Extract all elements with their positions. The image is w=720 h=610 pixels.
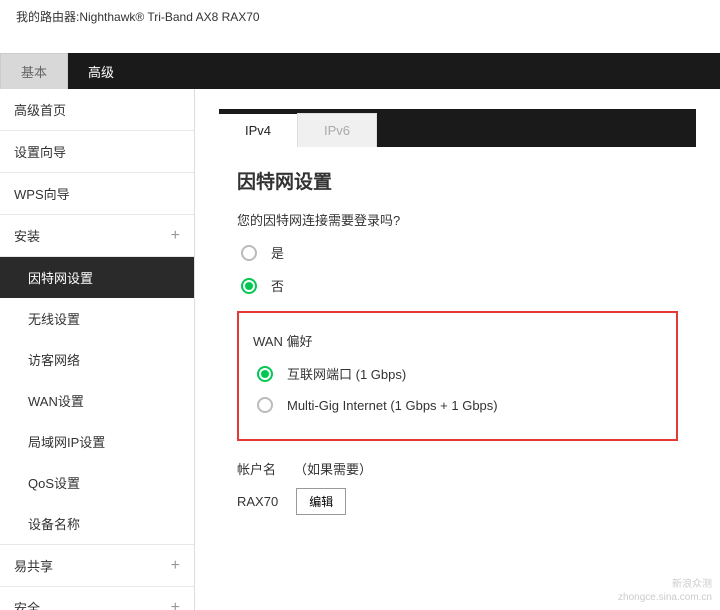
router-header: 我的路由器:Nighthawk® Tri-Band AX8 RAX70 [0,0,720,33]
panel-title: 因特网设置 [237,167,678,194]
sidebar-sub-qos[interactable]: QoS设置 [0,462,194,503]
radio-wan-1gbps-label: 互联网端口 (1 Gbps) [287,364,406,383]
router-label: 我的路由器: [16,10,79,24]
tab-ipv4[interactable]: IPv4 [219,114,297,147]
watermark: 新浪众测 zhongce.sina.com.cn [618,578,712,604]
radio-row-yes[interactable]: 是 [237,243,678,262]
sidebar-sub-wireless[interactable]: 无线设置 [0,298,194,339]
tab-basic[interactable]: 基本 [0,53,68,89]
settings-panel: 因特网设置 您的因特网连接需要登录吗? 是 否 WAN 偏好 互联网端口 (1 … [219,147,696,535]
account-label: 帐户名 [237,459,276,478]
sidebar-item-security[interactable]: 安全+ [0,587,194,610]
radio-no-label: 否 [271,276,284,295]
wan-pref-box: WAN 偏好 互联网端口 (1 Gbps) Multi-Gig Internet… [237,311,678,441]
plus-icon: + [171,557,180,575]
account-value: RAX70 [237,494,278,509]
wan-pref-label: WAN 偏好 [253,331,662,350]
inner-tab-bar: IPv4 IPv6 [219,109,696,147]
sidebar-item-wps[interactable]: WPS向导 [0,173,194,215]
sidebar-item-wizard[interactable]: 设置向导 [0,131,194,173]
router-model: Nighthawk® Tri-Band AX8 RAX70 [79,10,259,24]
radio-row-wan2[interactable]: Multi-Gig Internet (1 Gbps + 1 Gbps) [253,397,662,413]
tab-ipv6[interactable]: IPv6 [297,113,377,147]
account-value-row: RAX70 编辑 [237,488,678,515]
plus-icon: + [171,227,180,245]
sidebar-sub-guest[interactable]: 访客网络 [0,339,194,380]
radio-yes[interactable] [241,245,257,261]
radio-wan-multigig-label: Multi-Gig Internet (1 Gbps + 1 Gbps) [287,398,498,413]
sidebar-sub-device[interactable]: 设备名称 [0,503,194,544]
sidebar-item-easyshare[interactable]: 易共享+ [0,544,194,587]
content-area: IPv4 IPv6 因特网设置 您的因特网连接需要登录吗? 是 否 WAN 偏好… [195,89,720,610]
radio-row-wan1[interactable]: 互联网端口 (1 Gbps) [253,364,662,383]
tab-advanced[interactable]: 高级 [68,54,134,89]
radio-wan-1gbps[interactable] [257,366,273,382]
sidebar-sub-internet[interactable]: 因特网设置 [0,257,194,298]
sidebar-sub-wan[interactable]: WAN设置 [0,380,194,421]
account-hint: （如果需要） [294,459,372,478]
radio-yes-label: 是 [271,243,284,262]
radio-row-no[interactable]: 否 [237,276,678,295]
plus-icon: + [171,599,180,610]
account-name-row: 帐户名 （如果需要） [237,459,678,478]
sidebar-item-home[interactable]: 高级首页 [0,89,194,131]
radio-wan-multigig[interactable] [257,397,273,413]
login-question: 您的因特网连接需要登录吗? [237,210,678,229]
radio-no[interactable] [241,278,257,294]
edit-button[interactable]: 编辑 [296,488,346,515]
sidebar-sub-lan[interactable]: 局域网IP设置 [0,421,194,462]
main-tab-bar: 基本 高级 [0,53,720,89]
sidebar-item-install[interactable]: 安装+ [0,215,194,257]
sidebar: 高级首页 设置向导 WPS向导 安装+ 因特网设置 无线设置 访客网络 WAN设… [0,89,195,610]
